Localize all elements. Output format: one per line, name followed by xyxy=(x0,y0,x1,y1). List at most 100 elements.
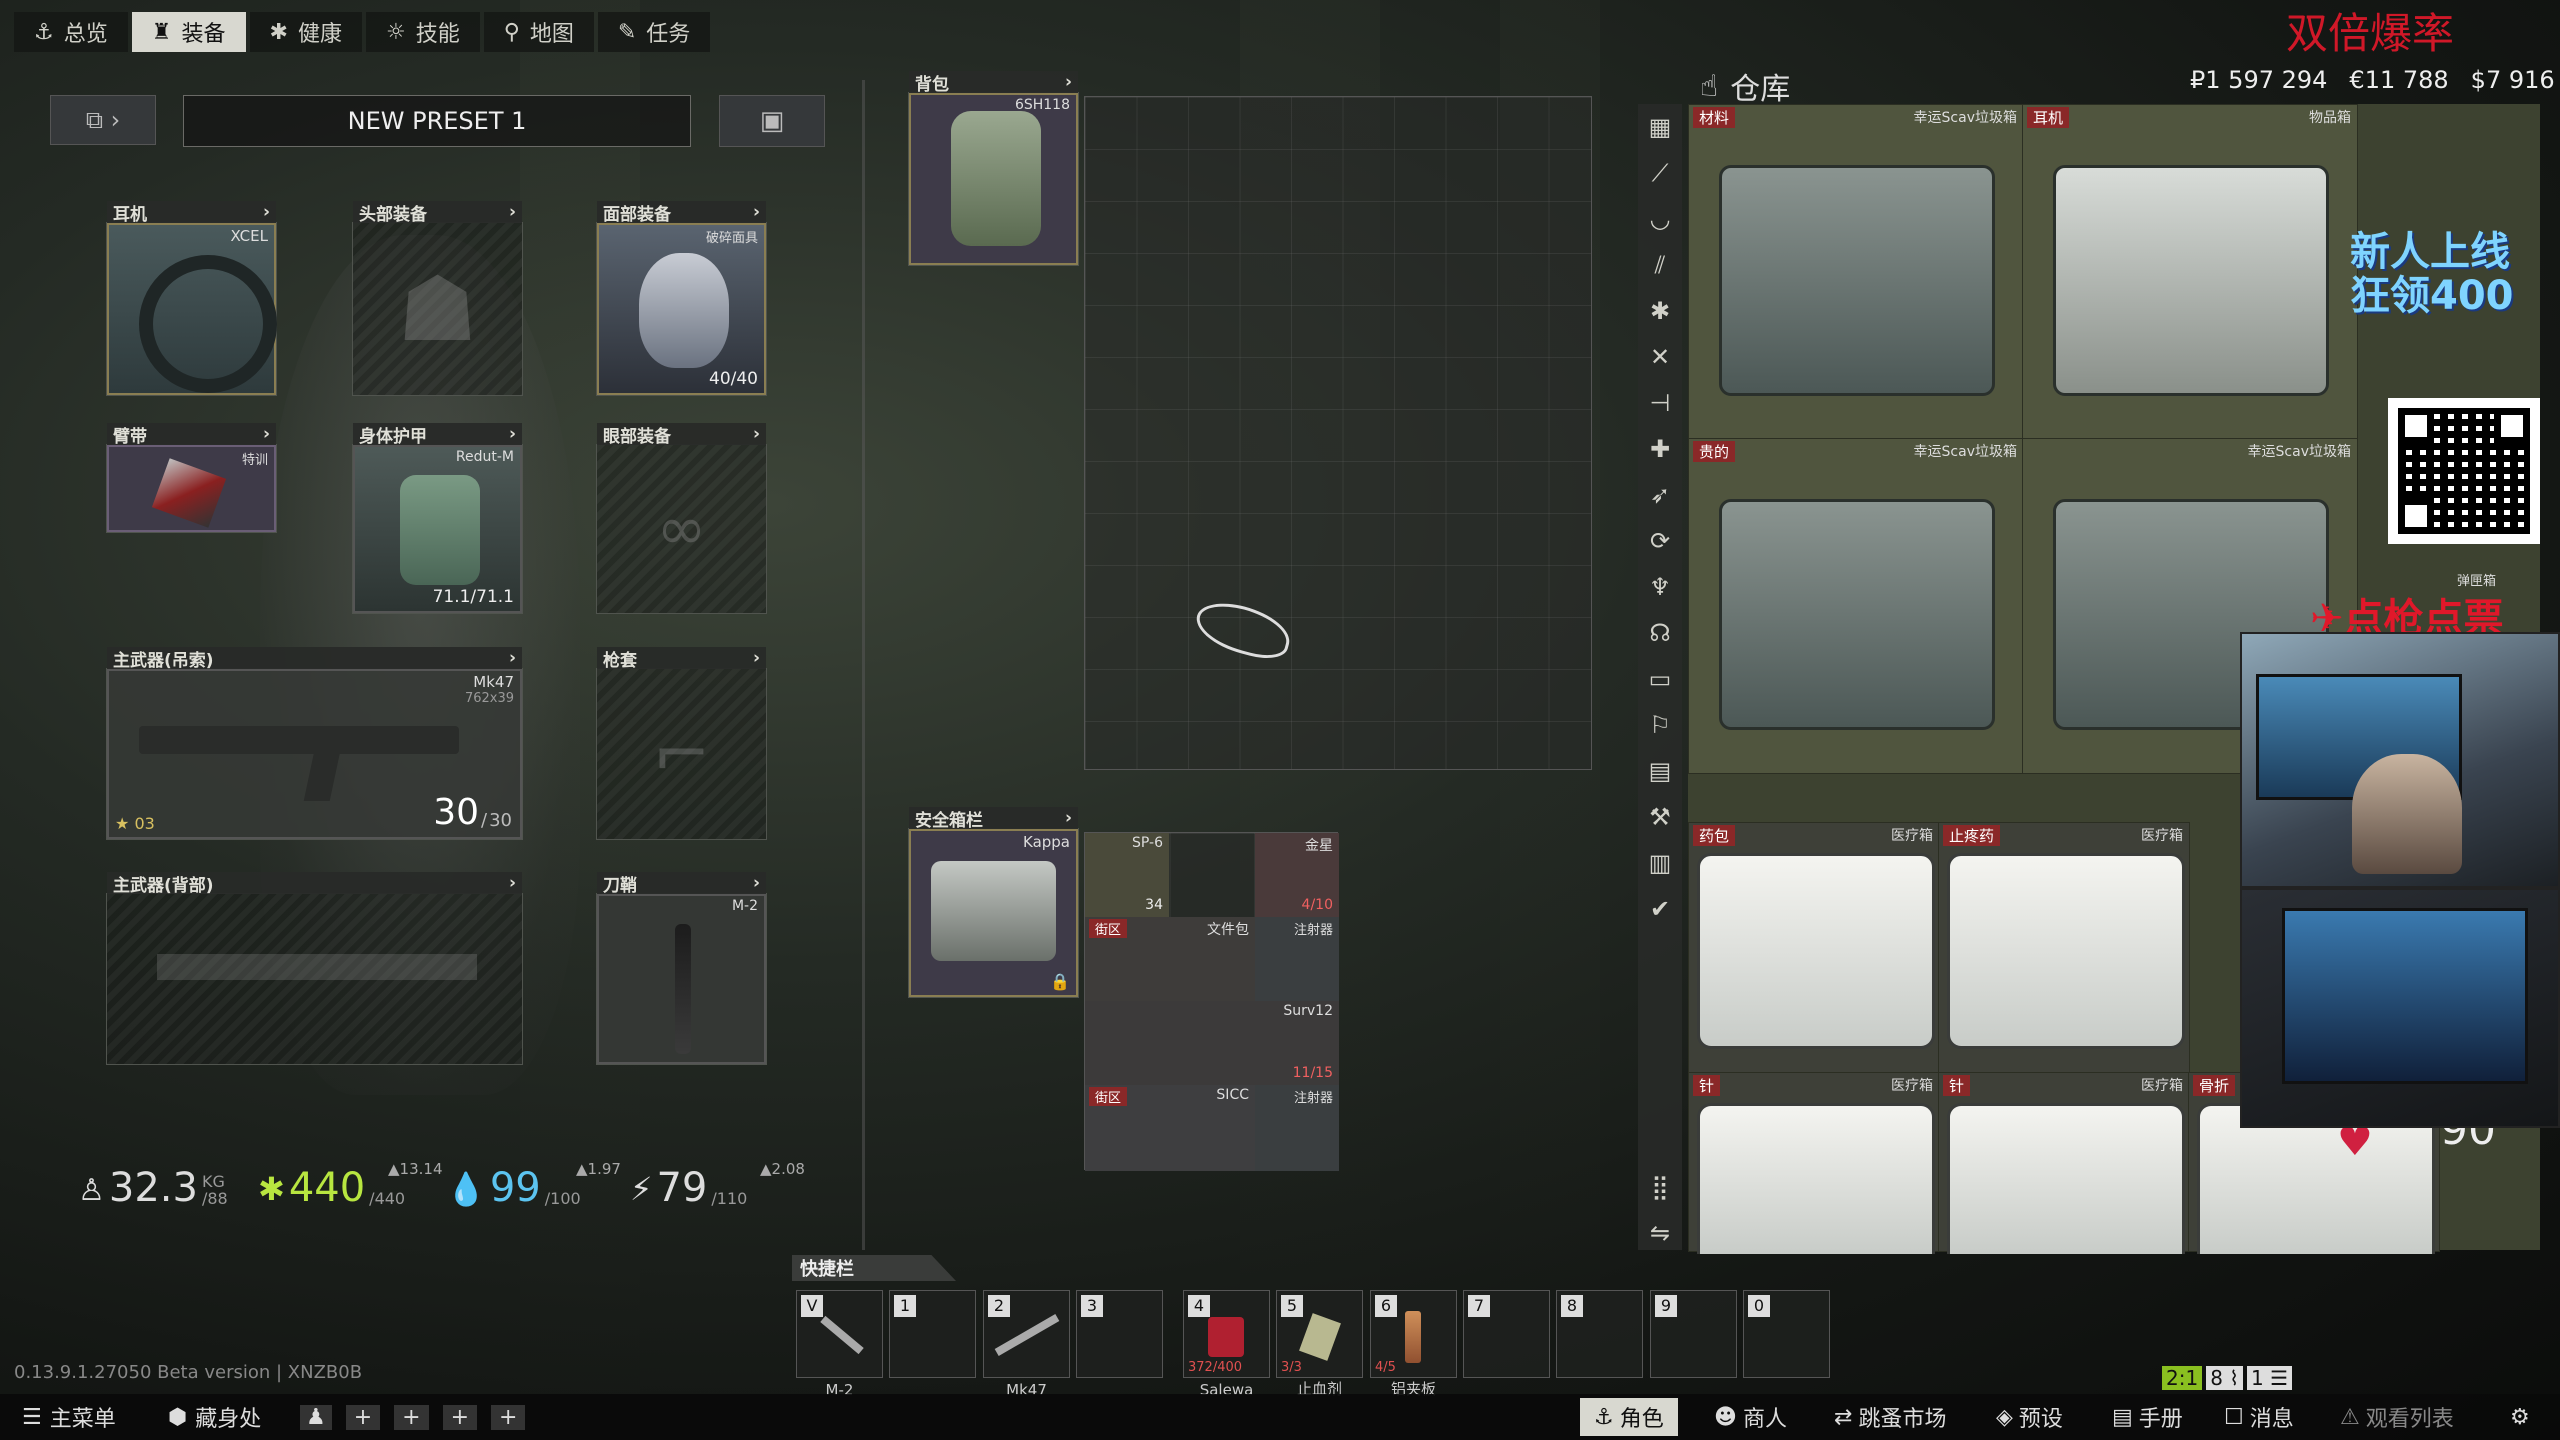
item-backpack[interactable]: 6SH118 xyxy=(909,93,1078,265)
slot-primary-sling[interactable]: 主武器(吊索) › Mk47 762x39 30 / 30 ★ 03 xyxy=(106,647,523,840)
watchlist-button[interactable]: ⚠ 观看列表 xyxy=(2326,1398,2468,1436)
slot-scabbard[interactable]: 刀鞘 › M-2 xyxy=(596,872,767,1065)
tab-health[interactable]: ✱ 健康 xyxy=(249,12,362,52)
auto-sort-icon[interactable]: ⇋ xyxy=(1643,1216,1677,1250)
keys-icon[interactable]: ⟳ xyxy=(1643,524,1677,558)
container-grid[interactable]: SP-6 34 金星 4/10 街区 文件包 注射器 Surv12 11/15 … xyxy=(1084,832,1339,1171)
container-item-injector-case[interactable]: 注射器 xyxy=(1255,917,1339,1001)
add-player-icon[interactable]: + xyxy=(491,1404,526,1430)
stash-cell-needles[interactable]: 针 医疗箱 xyxy=(1688,1072,1940,1254)
quickslot-6[interactable]: 6 4/5 铝夹板 xyxy=(1370,1290,1457,1398)
cell-type: 医疗箱 xyxy=(2141,828,2183,844)
item-body-armor[interactable]: Redut-M 71.1/71.1 xyxy=(353,445,522,613)
containers-icon[interactable]: ▭ xyxy=(1643,662,1677,696)
hideout-button[interactable]: ⬢ 藏身处 xyxy=(168,1398,261,1436)
container-item-gold[interactable]: 金星 4/10 xyxy=(1255,833,1339,917)
slot-label: 枪套 xyxy=(603,650,637,671)
weapons-icon[interactable]: ⟋ xyxy=(1643,156,1677,190)
container-item-sp6[interactable]: SP-6 34 xyxy=(1085,833,1169,917)
stash-cell-medbag[interactable]: 药包 医疗箱 xyxy=(1688,822,1940,1074)
slot-secured-container[interactable]: 安全箱栏 › Kappa 🔒 xyxy=(908,807,1079,998)
quickslot-9[interactable]: 9 xyxy=(1650,1290,1737,1378)
character-button[interactable]: ⚓ 角色 xyxy=(1580,1398,1678,1436)
container-item-surv12[interactable]: Surv12 11/15 xyxy=(1085,1001,1339,1085)
info-icon[interactable]: ♆ xyxy=(1643,570,1677,604)
tools-icon[interactable]: ✕ xyxy=(1643,340,1677,374)
sort-grid-icon[interactable]: ⣿ xyxy=(1643,1170,1677,1204)
slot-holster[interactable]: 枪套 › ⌐ xyxy=(596,647,767,840)
main-menu-button[interactable]: ☰ 主菜单 xyxy=(22,1398,116,1436)
tab-label: 技能 xyxy=(415,22,460,47)
slot-headwear[interactable]: 头部装备 › ☗ xyxy=(352,201,523,396)
player-icon[interactable]: ♟ xyxy=(300,1404,332,1430)
document-icon[interactable]: ▥ xyxy=(1643,846,1677,880)
item-knife[interactable]: M-2 xyxy=(597,894,766,1064)
slot-face-cover[interactable]: 面部装备 › 破碎面具 40/40 xyxy=(596,201,767,396)
quickslot-0[interactable]: 0 xyxy=(1743,1290,1830,1378)
item-secured-container[interactable]: Kappa 🔒 xyxy=(909,829,1078,997)
quickslot-1[interactable]: 1 xyxy=(889,1290,976,1378)
slot-eyewear[interactable]: 眼部装备 › ∞ xyxy=(596,423,767,614)
preset-name-field[interactable]: NEW PRESET 1 xyxy=(183,95,691,147)
traders-button[interactable]: ☻ 商人 xyxy=(1700,1398,1801,1436)
stash-cell-materials[interactable]: 材料 幸运Scav垃圾箱 xyxy=(1688,104,2024,440)
medical-icon[interactable]: ✚ xyxy=(1643,432,1677,466)
repair-icon[interactable]: ⚒ xyxy=(1643,800,1677,834)
quickslot-7[interactable]: 7 xyxy=(1463,1290,1550,1378)
stash-cell-painkillers[interactable]: 止疼药 医疗箱 xyxy=(1938,822,2190,1074)
quickslot-v[interactable]: V M-2 xyxy=(796,1290,883,1399)
tab-gear[interactable]: ♜ 装备 xyxy=(131,12,246,52)
stash-cell-valuables[interactable]: 贵的 幸运Scav垃圾箱 xyxy=(1688,438,2024,774)
tab-tasks[interactable]: ✎ 任务 xyxy=(597,12,711,52)
slot-backpack[interactable]: 背包 › 6SH118 xyxy=(908,71,1079,266)
all-items-icon[interactable]: ▦ xyxy=(1643,110,1677,144)
tab-map[interactable]: ⚲ 地图 xyxy=(483,12,594,52)
stash-filter-sidebar: ▦ ⟋ ◡ ⫽ ✱ ✕ ⊣ ✚ ➶ ⟳ ♆ ☊ ▭ ⚐ ▤ ⚒ ▥ ✔ ⣿ ⇋ xyxy=(1638,104,1682,1250)
quickslot-2[interactable]: 2 Mk47 xyxy=(983,1290,1070,1399)
tab-overview[interactable]: ⚓ 总览 xyxy=(14,12,128,52)
tab-skills[interactable]: ☼ 技能 xyxy=(365,12,480,52)
add-player-icon[interactable]: + xyxy=(442,1404,478,1430)
item-primary-weapon[interactable]: Mk47 762x39 30 / 30 ★ 03 xyxy=(107,669,522,839)
container-item-injector-case-2[interactable]: 注射器 xyxy=(1255,1085,1339,1171)
preset-save-button[interactable]: ▣ xyxy=(719,95,825,147)
weight-unit: KG xyxy=(201,1171,225,1191)
slot-primary-back[interactable]: 主武器(背部) › xyxy=(106,872,523,1065)
money-icon[interactable]: ▤ xyxy=(1643,754,1677,788)
maps-icon[interactable]: ⚐ xyxy=(1643,708,1677,742)
streamer-shape xyxy=(2352,754,2462,874)
messages-button[interactable]: ☐ 消息 xyxy=(2210,1398,2308,1436)
handbook-button[interactable]: ▤ 手册 xyxy=(2098,1398,2197,1436)
special-icon[interactable]: ☊ xyxy=(1643,616,1677,650)
gear-icon[interactable]: ◡ xyxy=(1643,202,1677,236)
presets-button[interactable]: ◈ 预设 xyxy=(1982,1398,2077,1436)
mods-icon[interactable]: ⫽ xyxy=(1643,248,1677,282)
quickslot-8[interactable]: 8 xyxy=(1556,1290,1643,1378)
add-player-icon[interactable]: + xyxy=(345,1404,381,1430)
stash-cell-needles-2[interactable]: 针 医疗箱 xyxy=(1938,1072,2190,1254)
quickslot-3[interactable]: 3 xyxy=(1076,1290,1163,1378)
cable-item-icon[interactable] xyxy=(1190,595,1296,665)
slot-armband[interactable]: 臂带 › 特训 xyxy=(106,423,277,533)
item-armband[interactable]: 特训 xyxy=(107,445,276,532)
slot-body-armor[interactable]: 身体护甲 › Redut-M 71.1/71.1 xyxy=(352,423,523,614)
food-icon[interactable]: ⊣ xyxy=(1643,386,1677,420)
quickslot-4[interactable]: 4 372/400 Salewa xyxy=(1183,1290,1270,1399)
slot-count: 372/400 xyxy=(1188,1360,1243,1375)
item-face-cover[interactable]: 破碎面具 40/40 xyxy=(597,223,766,395)
preset-copy-button[interactable]: ⧉ › xyxy=(50,95,156,145)
slot-earpiece[interactable]: 耳机 › XCEL xyxy=(106,201,277,396)
container-item-sicc[interactable]: 街区 SICC xyxy=(1085,1085,1255,1171)
stash-cell-earpieces[interactable]: 耳机 物品箱 xyxy=(2022,104,2358,440)
flea-market-button[interactable]: ⇄ 跳蚤市场 xyxy=(1820,1398,1960,1436)
add-player-icon[interactable]: + xyxy=(394,1404,429,1430)
item-earpiece[interactable]: XCEL xyxy=(107,223,277,395)
backpack-grid[interactable] xyxy=(1084,96,1592,770)
slot-label: 主武器(吊索) xyxy=(113,650,214,671)
settings-button[interactable]: ⚙ xyxy=(2496,1398,2544,1436)
barter-icon[interactable]: ✱ xyxy=(1643,294,1677,328)
quickslot-5[interactable]: 5 3/3 止血剂 xyxy=(1276,1290,1363,1398)
check-circle-icon[interactable]: ✔ xyxy=(1643,892,1677,926)
ammo-icon[interactable]: ➶ xyxy=(1643,478,1677,512)
container-item-docs[interactable]: 街区 文件包 xyxy=(1085,917,1255,1001)
